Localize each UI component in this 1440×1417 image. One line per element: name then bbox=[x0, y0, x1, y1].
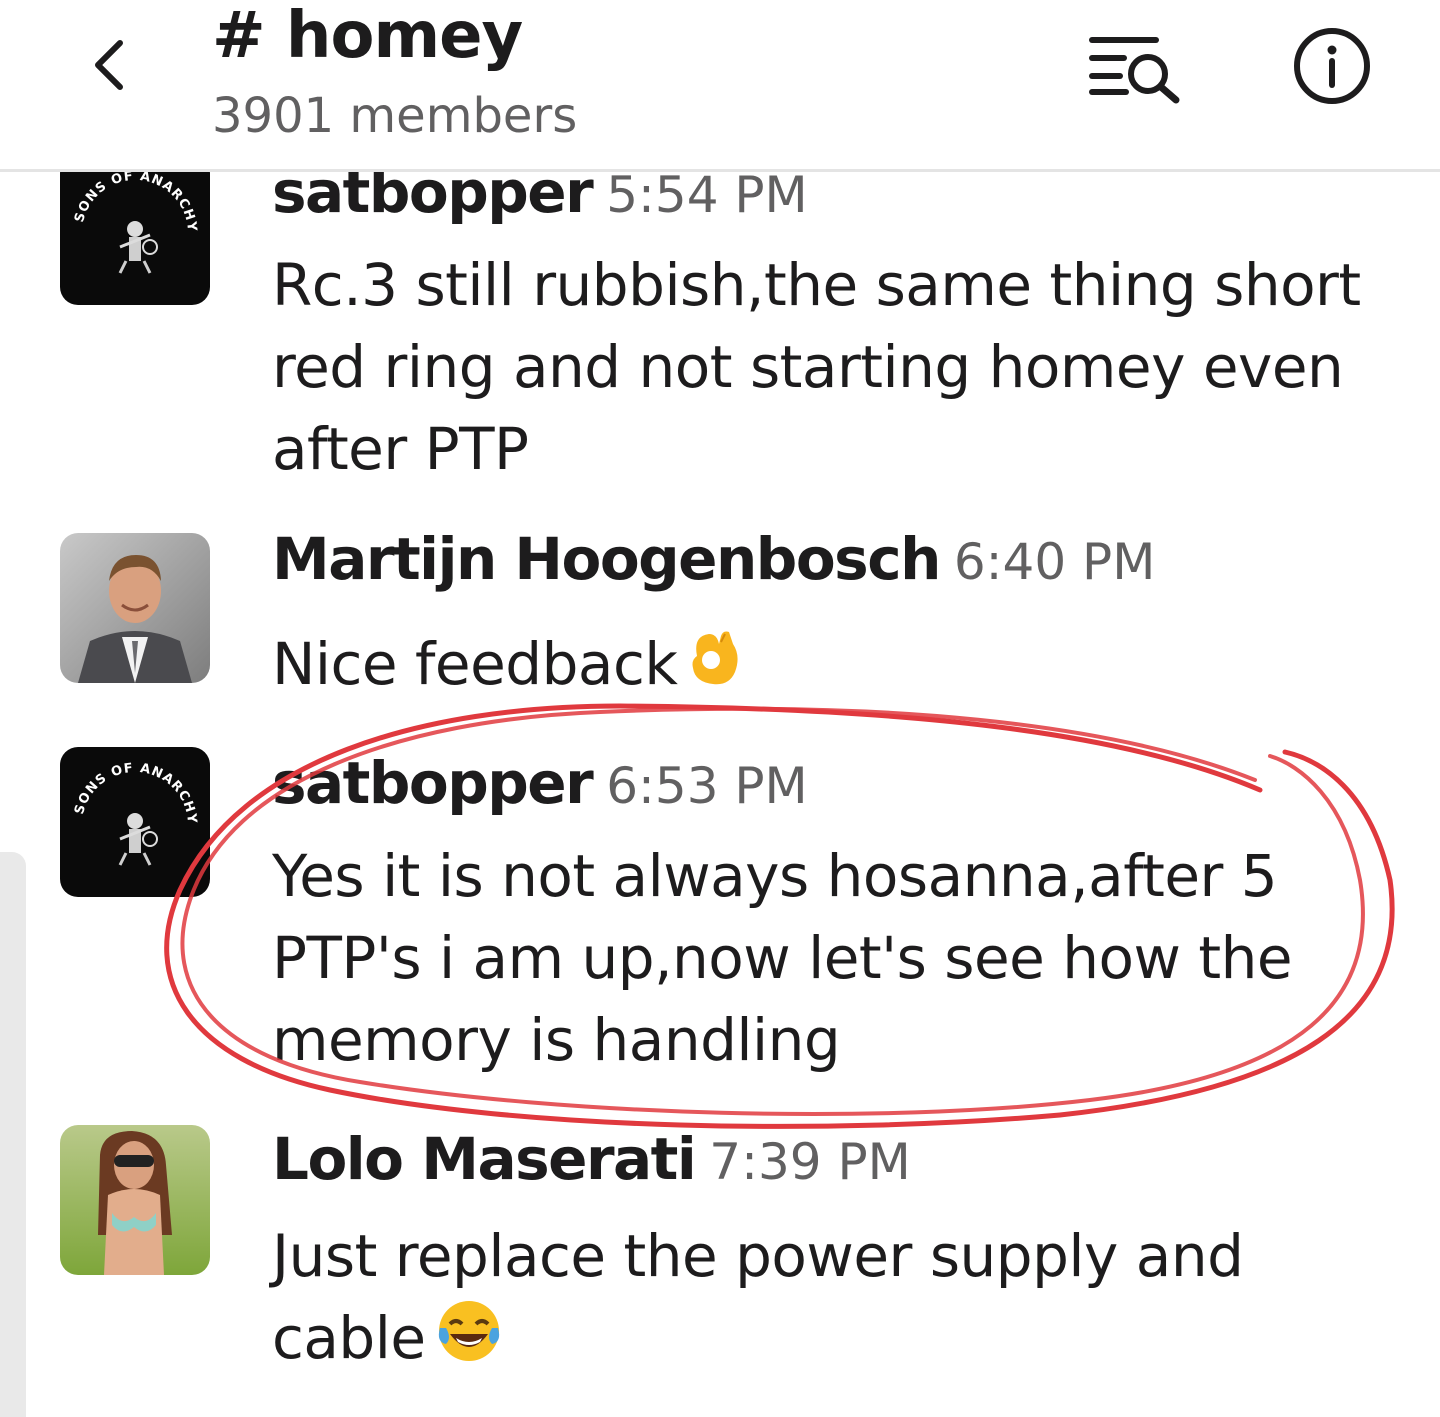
avatar[interactable] bbox=[60, 533, 210, 683]
message-text: Nice feedback bbox=[272, 630, 678, 698]
chevron-left-icon bbox=[95, 40, 123, 90]
avatar[interactable]: SONS OF ANARCHY bbox=[60, 747, 210, 897]
timestamp[interactable]: 6:53 PM bbox=[606, 757, 807, 815]
timestamp[interactable]: 5:54 PM bbox=[606, 166, 807, 224]
message-text-line: Just replace the power supply and cable bbox=[272, 1215, 1382, 1385]
member-count[interactable]: 3901 members bbox=[212, 88, 577, 144]
message-list: SONS OF ANARCHY satbopper 5:54 PM Rc.3 st… bbox=[0, 0, 1440, 1417]
author-name[interactable]: satbopper bbox=[272, 749, 594, 817]
message-item[interactable]: Lolo Maserati 7:39 PM Just replace the po… bbox=[0, 1125, 1440, 1417]
message-item[interactable]: SONS OF ANARCHY satbopper 6:53 PM Yes it … bbox=[0, 745, 1440, 1105]
scrollbar-track[interactable] bbox=[0, 852, 26, 1417]
message-text-line: Nice feedback bbox=[272, 623, 1382, 709]
author-name[interactable]: Martijn Hoogenbosch bbox=[272, 525, 941, 593]
tears-of-joy-icon bbox=[436, 1298, 502, 1385]
avatar[interactable]: SONS OF ANARCHY bbox=[60, 155, 210, 305]
man-in-suit-photo bbox=[60, 533, 210, 683]
channel-header: # homey 3901 members bbox=[0, 0, 1440, 172]
back-button[interactable] bbox=[78, 30, 138, 100]
message-item[interactable]: Martijn Hoogenbosch 6:40 PM Nice feedback bbox=[0, 525, 1440, 713]
message-header: Martijn Hoogenbosch 6:40 PM bbox=[272, 525, 1155, 593]
channel-info-button[interactable] bbox=[1290, 27, 1375, 107]
sons-of-anarchy-avatar: SONS OF ANARCHY bbox=[60, 747, 210, 897]
avatar[interactable] bbox=[60, 1125, 210, 1275]
timestamp[interactable]: 7:39 PM bbox=[709, 1133, 910, 1191]
author-name[interactable]: Lolo Maserati bbox=[272, 1125, 697, 1193]
search-list-icon bbox=[1089, 37, 1180, 104]
timestamp[interactable]: 6:40 PM bbox=[954, 533, 1155, 591]
search-in-channel-button[interactable] bbox=[1084, 30, 1184, 105]
message-text: Yes it is not always hosanna,after 5 PTP… bbox=[272, 842, 1293, 1074]
message-header: Lolo Maserati 7:39 PM bbox=[272, 1125, 911, 1193]
channel-name[interactable]: # homey bbox=[212, 0, 523, 72]
ok-hand-icon bbox=[687, 626, 743, 709]
message-text: Just replace the power supply and cable bbox=[272, 1222, 1244, 1372]
woman-outdoors-photo bbox=[60, 1125, 210, 1275]
sons-of-anarchy-avatar: SONS OF ANARCHY bbox=[60, 155, 210, 305]
message-text: Rc.3 still rubbish,the same thing short … bbox=[272, 251, 1361, 483]
message-header: satbopper 6:53 PM bbox=[272, 749, 808, 817]
message-item[interactable]: SONS OF ANARCHY satbopper 5:54 PM Rc.3 st… bbox=[0, 150, 1440, 510]
info-icon bbox=[1294, 28, 1370, 104]
